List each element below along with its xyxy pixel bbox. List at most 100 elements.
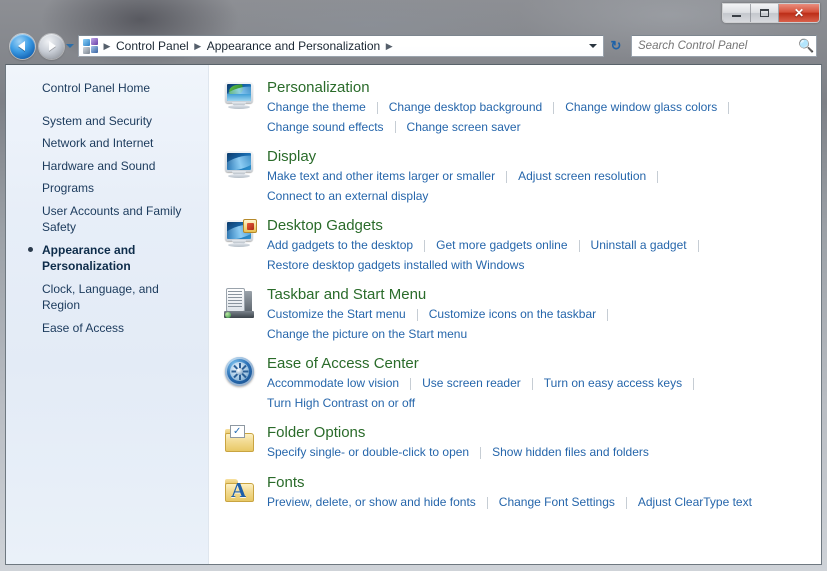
sidebar-item-clock-language-and-region[interactable]: Clock, Language, and Region [6, 278, 208, 317]
maximize-button[interactable] [751, 4, 779, 22]
link-separator [693, 378, 694, 390]
link-turn-on-easy-access-keys[interactable]: Turn on easy access keys [544, 374, 682, 393]
link-separator [377, 102, 378, 114]
sidebar: Control Panel Home System and Security N… [6, 65, 209, 564]
ease-of-access-icon [223, 355, 257, 389]
sidebar-item-user-accounts-and-family-safety[interactable]: User Accounts and Family Safety [6, 200, 208, 239]
section-links: Specify single- or double-click to open … [267, 443, 821, 462]
sidebar-item-label: Ease of Access [42, 321, 124, 335]
window-controls: ✕ [722, 3, 820, 23]
main-content: Personalization Change the theme Change … [209, 65, 821, 564]
sidebar-item-control-panel-home[interactable]: Control Panel Home [6, 77, 208, 100]
link-change-sound-effects[interactable]: Change sound effects [267, 118, 384, 137]
link-turn-high-contrast-on-or-off[interactable]: Turn High Contrast on or off [267, 394, 415, 413]
refresh-icon: ↻ [611, 38, 622, 54]
sidebar-item-label: Programs [42, 181, 94, 195]
sidebar-item-network-and-internet[interactable]: Network and Internet [6, 132, 208, 155]
section-title[interactable]: Fonts [267, 474, 821, 491]
link-make-text-and-other-items-larger-or-smaller[interactable]: Make text and other items larger or smal… [267, 167, 495, 186]
section-personalization: Personalization Change the theme Change … [223, 79, 821, 137]
chevron-down-icon [589, 44, 597, 48]
section-title[interactable]: Personalization [267, 79, 821, 96]
sidebar-item-programs[interactable]: Programs [6, 177, 208, 200]
link-adjust-cleartype-text[interactable]: Adjust ClearType text [638, 493, 752, 512]
section-ease-of-access-center: Ease of Access Center Accommodate low vi… [223, 355, 821, 413]
link-separator [579, 240, 580, 252]
breadcrumb-appearance-and-personalization[interactable]: Appearance and Personalization [203, 38, 384, 54]
link-adjust-screen-resolution[interactable]: Adjust screen resolution [518, 167, 646, 186]
section-title[interactable]: Ease of Access Center [267, 355, 821, 372]
link-separator [657, 171, 658, 183]
address-dropdown-button[interactable] [585, 44, 601, 48]
sidebar-item-hardware-and-sound[interactable]: Hardware and Sound [6, 155, 208, 178]
recent-pages-button[interactable] [64, 33, 76, 59]
link-change-font-settings[interactable]: Change Font Settings [499, 493, 615, 512]
personalization-icon [223, 79, 257, 113]
sidebar-item-label: System and Security [42, 114, 152, 128]
section-title[interactable]: Desktop Gadgets [267, 217, 821, 234]
section-taskbar-and-start-menu: Taskbar and Start Menu Customize the Sta… [223, 286, 821, 344]
fonts-icon: A [223, 474, 257, 508]
navigation-bar: ▶ Control Panel ▶ Appearance and Persona… [0, 28, 827, 64]
breadcrumb-control-panel[interactable]: Control Panel [112, 38, 193, 54]
section-links: Customize the Start menu Customize icons… [267, 305, 821, 344]
link-separator [728, 102, 729, 114]
link-change-desktop-background[interactable]: Change desktop background [389, 98, 542, 117]
link-separator [607, 309, 608, 321]
link-customize-icons-on-the-taskbar[interactable]: Customize icons on the taskbar [429, 305, 596, 324]
link-show-hidden-files-and-folders[interactable]: Show hidden files and folders [492, 443, 649, 462]
section-links: Preview, delete, or show and hide fonts … [267, 493, 821, 512]
control-panel-window: ✕ ▶ Control Panel ▶ Appearance and Perso… [0, 0, 827, 571]
section-links: Accommodate low vision Use screen reader… [267, 374, 821, 413]
sidebar-item-label: Network and Internet [42, 136, 153, 150]
minimize-icon [732, 15, 741, 17]
search-input[interactable] [636, 39, 798, 53]
link-separator [506, 171, 507, 183]
link-add-gadgets-to-the-desktop[interactable]: Add gadgets to the desktop [267, 236, 413, 255]
section-links: Change the theme Change desktop backgrou… [267, 98, 821, 137]
link-change-screen-saver[interactable]: Change screen saver [407, 118, 521, 137]
chevron-down-icon [66, 44, 74, 48]
section-title[interactable]: Display [267, 148, 821, 165]
search-icon[interactable]: 🔍 [798, 38, 812, 54]
sidebar-item-label: Appearance and Personalization [42, 243, 135, 274]
sidebar-item-label: Control Panel Home [42, 81, 150, 95]
search-box[interactable]: 🔍 [631, 35, 817, 57]
close-button[interactable]: ✕ [779, 4, 819, 22]
address-bar[interactable]: ▶ Control Panel ▶ Appearance and Persona… [78, 35, 604, 57]
link-separator [410, 378, 411, 390]
link-separator [395, 121, 396, 133]
current-page-bullet-icon [28, 247, 33, 252]
breadcrumb-separator-icon: ▶ [102, 41, 112, 52]
section-fonts: A Fonts Preview, delete, or show and hid… [223, 474, 821, 513]
sidebar-item-ease-of-access[interactable]: Ease of Access [6, 317, 208, 340]
link-use-screen-reader[interactable]: Use screen reader [422, 374, 521, 393]
section-title[interactable]: Taskbar and Start Menu [267, 286, 821, 303]
link-specify-single-or-double-click-to-open[interactable]: Specify single- or double-click to open [267, 443, 469, 462]
forward-button[interactable] [39, 34, 64, 59]
link-preview-delete-or-show-and-hide-fonts[interactable]: Preview, delete, or show and hide fonts [267, 493, 476, 512]
refresh-button[interactable]: ↻ [605, 35, 627, 57]
client-area: Control Panel Home System and Security N… [5, 64, 822, 565]
link-separator [487, 497, 488, 509]
link-change-window-glass-colors[interactable]: Change window glass colors [565, 98, 717, 117]
sidebar-item-appearance-and-personalization[interactable]: Appearance and Personalization [6, 239, 208, 278]
sidebar-item-label: Clock, Language, and Region [42, 282, 159, 313]
section-folder-options: ✓ Folder Options Specify single- or doub… [223, 424, 821, 463]
link-get-more-gadgets-online[interactable]: Get more gadgets online [436, 236, 567, 255]
link-customize-the-start-menu[interactable]: Customize the Start menu [267, 305, 406, 324]
back-button[interactable] [10, 34, 35, 59]
link-accommodate-low-vision[interactable]: Accommodate low vision [267, 374, 399, 393]
link-connect-to-an-external-display[interactable]: Connect to an external display [267, 187, 428, 206]
link-change-the-picture-on-the-start-menu[interactable]: Change the picture on the Start menu [267, 325, 467, 344]
link-restore-desktop-gadgets-installed-with-windows[interactable]: Restore desktop gadgets installed with W… [267, 256, 524, 275]
minimize-button[interactable] [723, 4, 751, 22]
link-separator [626, 497, 627, 509]
link-separator [532, 378, 533, 390]
section-title[interactable]: Folder Options [267, 424, 821, 441]
link-change-the-theme[interactable]: Change the theme [267, 98, 366, 117]
sidebar-item-label: Hardware and Sound [42, 159, 155, 173]
link-uninstall-a-gadget[interactable]: Uninstall a gadget [591, 236, 687, 255]
sidebar-item-system-and-security[interactable]: System and Security [6, 110, 208, 133]
close-icon: ✕ [794, 7, 804, 19]
